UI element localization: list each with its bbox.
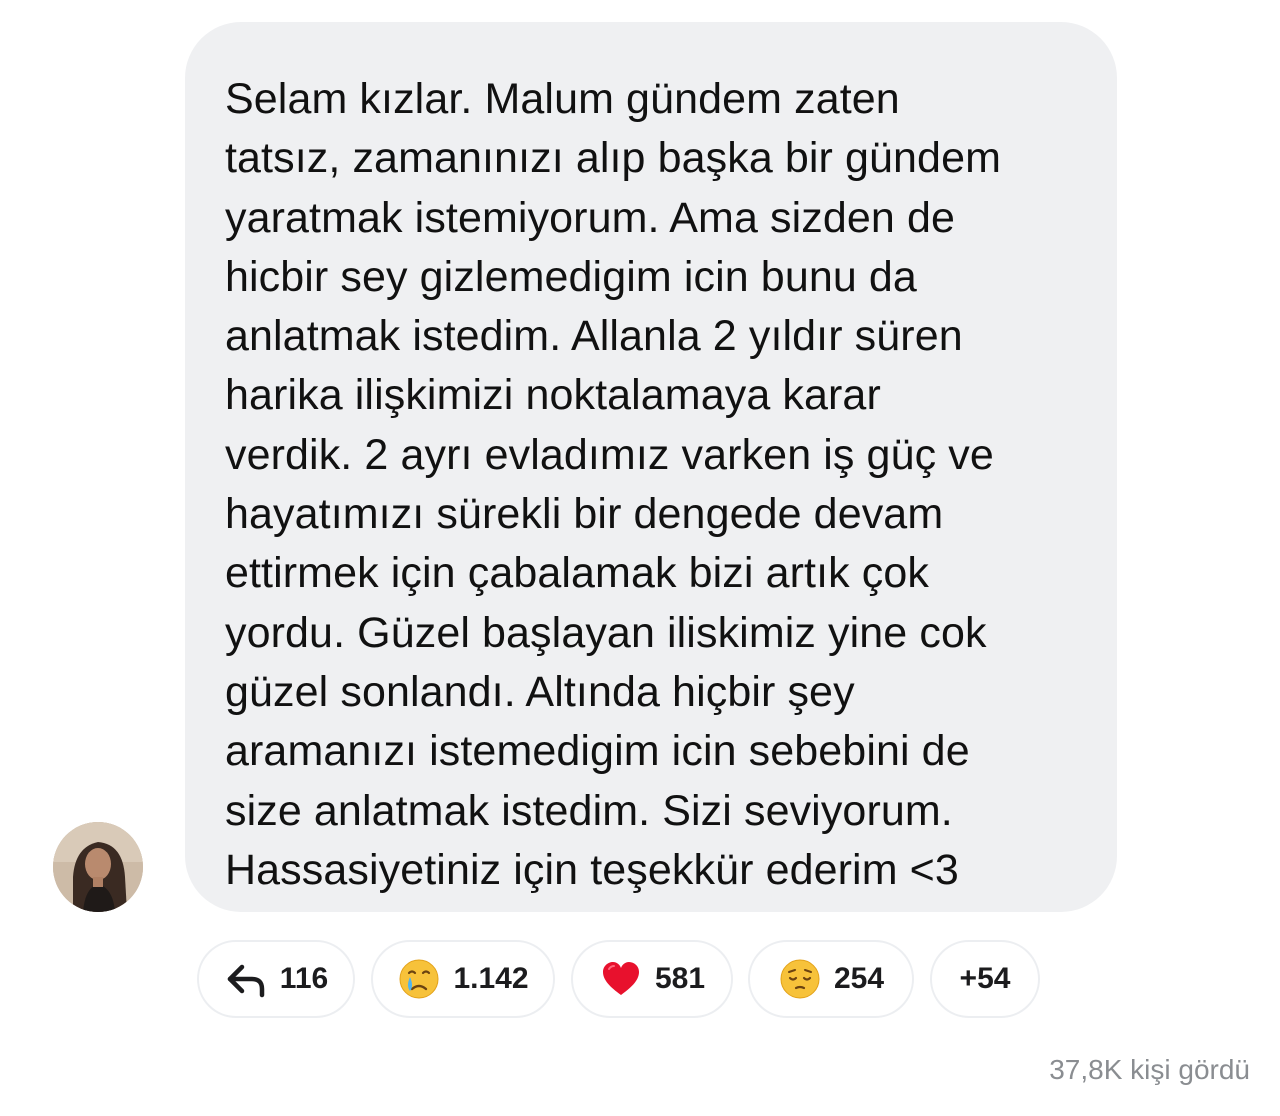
- reply-count: 116: [279, 962, 329, 995]
- reply-arrow-icon: [224, 957, 268, 1001]
- reaction-sad[interactable]: 254: [748, 940, 914, 1018]
- reaction-heart[interactable]: 581: [571, 940, 733, 1018]
- pensive-face-icon: [778, 957, 822, 1001]
- reaction-bar: 116 1.142 581 254 +54: [0, 940, 1280, 1020]
- view-count: 37,8K kişi gördü: [1049, 1054, 1250, 1085]
- reaction-crying[interactable]: 1.142: [371, 940, 555, 1018]
- red-heart-icon: [599, 957, 643, 1001]
- sender-avatar[interactable]: [53, 822, 143, 912]
- reply-button[interactable]: 116: [197, 940, 355, 1018]
- crying-face-icon: [397, 957, 441, 1001]
- more-reactions-button[interactable]: +54: [930, 940, 1040, 1018]
- more-reactions-label: +54: [959, 962, 1011, 995]
- crying-count: 1.142: [453, 962, 529, 995]
- sad-count: 254: [833, 962, 885, 995]
- message-bubble: Selam kızlar. Malum gündem zaten tatsız,…: [185, 22, 1117, 912]
- message-text: Selam kızlar. Malum gündem zaten tatsız,…: [225, 75, 1002, 894]
- heart-count: 581: [654, 962, 706, 995]
